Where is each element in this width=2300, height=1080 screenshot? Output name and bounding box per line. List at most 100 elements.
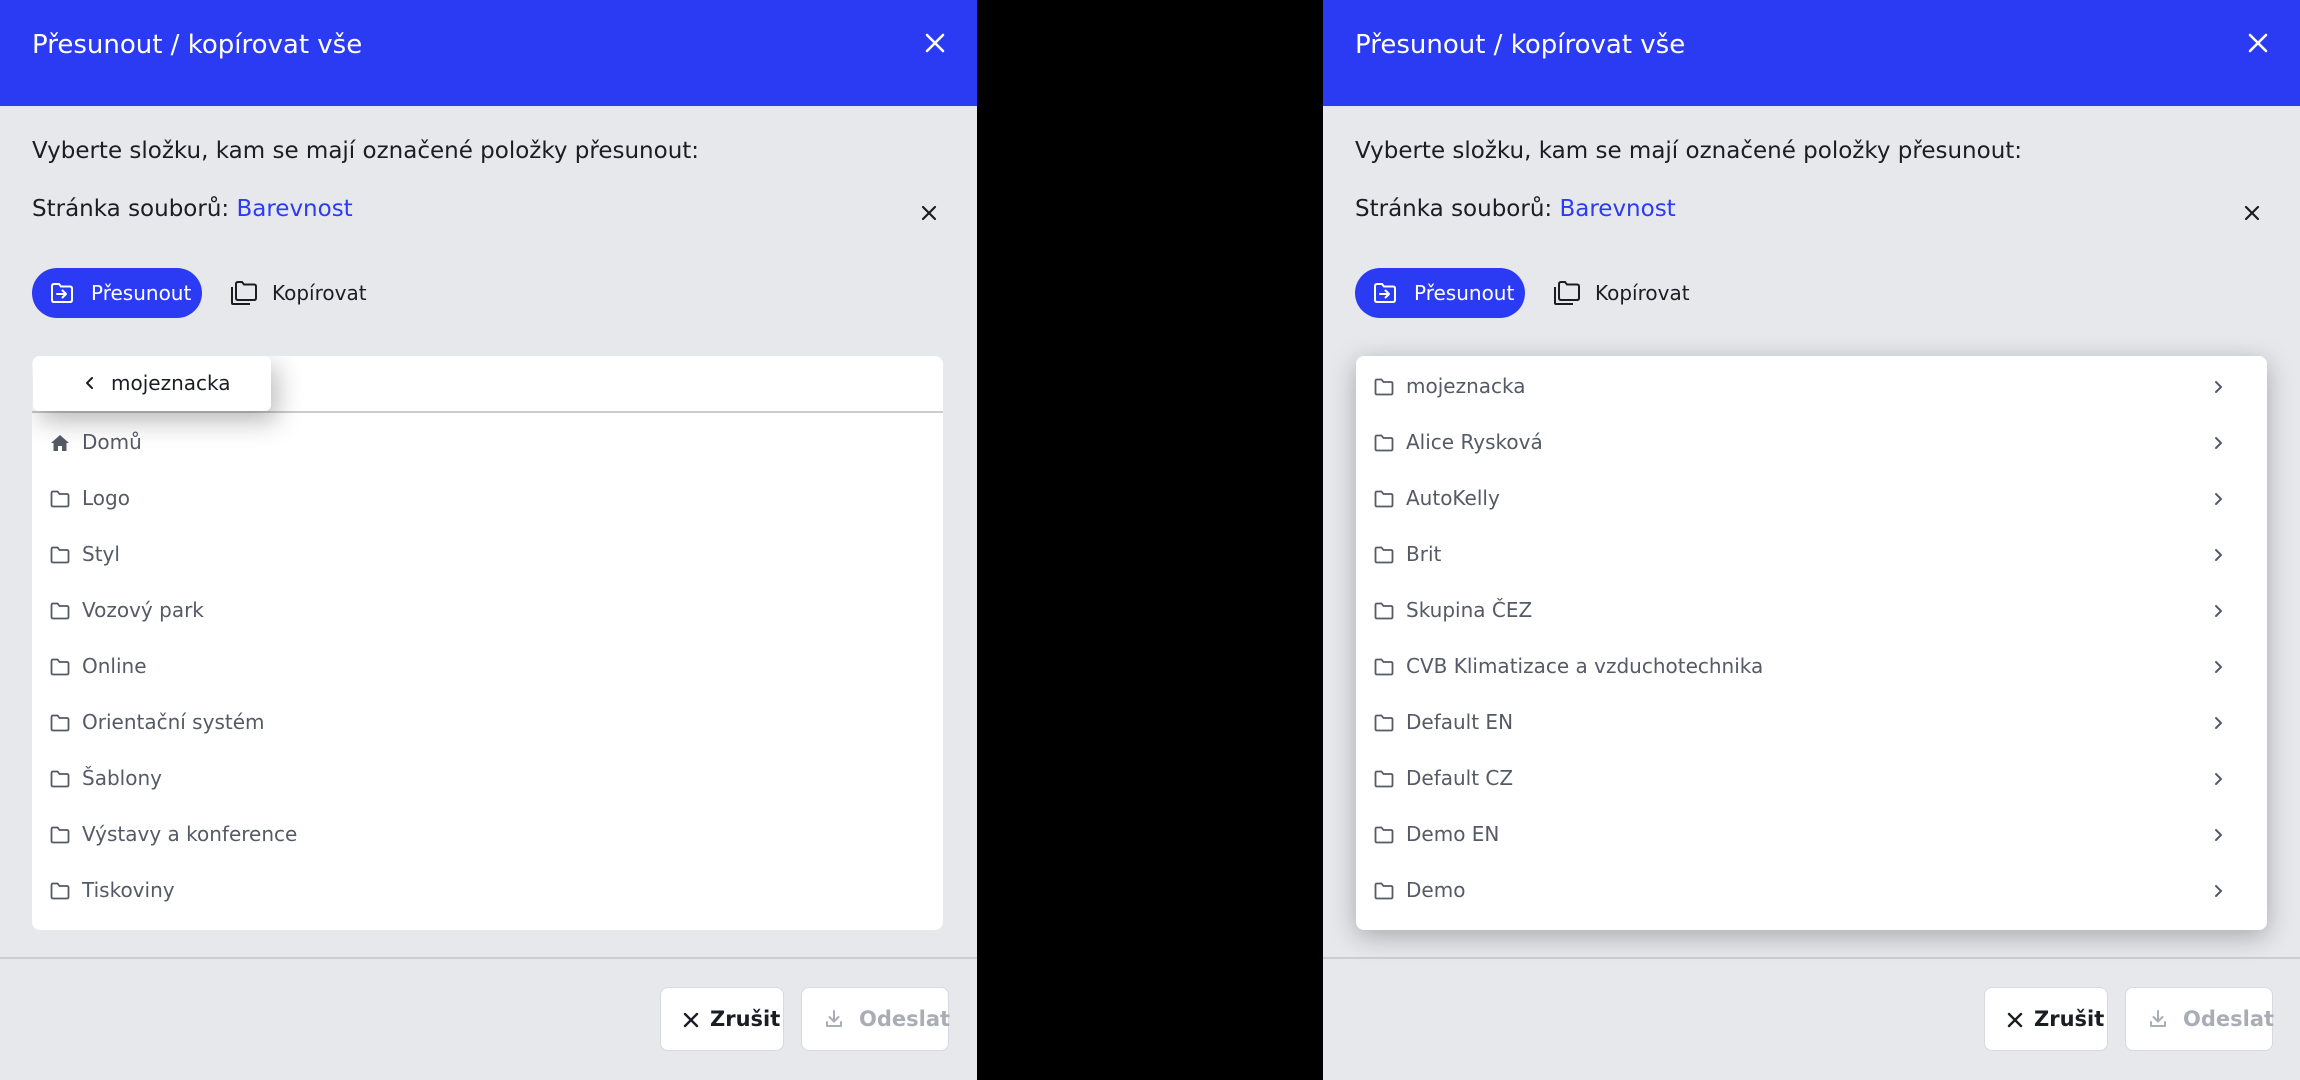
folder-icon: [50, 658, 70, 676]
folder-icon: [1374, 714, 1394, 732]
cancel-button[interactable]: Zrušit: [1984, 987, 2108, 1051]
folder-icon: [1374, 826, 1394, 844]
folder-item[interactable]: Tiskoviny: [32, 863, 943, 919]
chevron-left-icon: [86, 377, 93, 389]
chevron-right-icon: [2215, 381, 2222, 393]
file-page-link[interactable]: Barevnost: [1559, 196, 1675, 222]
folder-icon: [1374, 546, 1394, 564]
folder-item[interactable]: Default EN: [1356, 695, 2267, 751]
folder-item[interactable]: Skupina ČEZ: [1356, 583, 2267, 639]
chevron-right-icon: [2215, 605, 2222, 617]
copy-button[interactable]: Kopírovat: [222, 268, 372, 318]
chevron-right-icon: [2215, 717, 2222, 729]
submit-button[interactable]: Odeslat: [801, 987, 951, 1051]
file-page-link[interactable]: Barevnost: [236, 196, 352, 222]
submit-button-label: Odeslat: [859, 1007, 951, 1031]
folder-icon: [1374, 882, 1394, 900]
chevron-right-icon: [2215, 829, 2222, 841]
folder-icon: [50, 770, 70, 788]
move-button-label: Přesunout: [91, 281, 192, 305]
folder-item[interactable]: Brit: [1356, 527, 2267, 583]
folder-item[interactable]: Orientační systém: [32, 695, 943, 751]
dialog-header: Přesunout / kopírovat vše: [1323, 0, 2300, 106]
folder-item[interactable]: Alice Rysková: [1356, 415, 2267, 471]
cancel-button[interactable]: Zrušit: [660, 987, 784, 1051]
dialog-header: Přesunout / kopírovat vše: [0, 0, 977, 106]
dialog-prompt: Vyberte složku, kam se mají označené pol…: [1355, 138, 2023, 164]
folder-item[interactable]: Demo: [1356, 863, 2267, 919]
footer-divider: [1323, 957, 2300, 959]
folder-icon: [50, 546, 70, 564]
copy-button-label: Kopírovat: [272, 281, 367, 305]
folder-icon: [50, 602, 70, 620]
close-icon: [2244, 205, 2260, 221]
move-button-label: Přesunout: [1414, 281, 1515, 305]
file-page-label: Stránka souborů:: [32, 196, 230, 222]
submit-button-label: Odeslat: [2183, 1007, 2275, 1031]
copy-button[interactable]: Kopírovat: [1545, 268, 1695, 318]
cancel-button-label: Zrušit: [710, 1007, 781, 1031]
folder-icon: [1374, 490, 1394, 508]
folder-move-icon: [51, 283, 73, 303]
folder-item[interactable]: AutoKelly: [1356, 471, 2267, 527]
dialog-close-button[interactable]: [918, 26, 952, 60]
home-icon: [51, 435, 69, 451]
breadcrumb-label: mojeznacka: [111, 371, 231, 395]
move-button[interactable]: Přesunout: [32, 268, 202, 318]
file-page-label: Stránka souborů:: [1355, 196, 1553, 222]
folder-icon: [50, 826, 70, 844]
folder-icon: [50, 490, 70, 508]
folder-item[interactable]: Online: [32, 639, 943, 695]
submit-button[interactable]: Odeslat: [2125, 987, 2275, 1051]
folder-icon: [1374, 602, 1394, 620]
folder-item[interactable]: Domů: [32, 415, 943, 471]
chevron-right-icon: [2215, 661, 2222, 673]
footer-divider: [0, 957, 977, 959]
dialog-prompt: Vyberte složku, kam se mají označené pol…: [32, 138, 700, 164]
folder-item[interactable]: Demo EN: [1356, 807, 2267, 863]
clear-page-button[interactable]: [2236, 197, 2268, 229]
move-copy-dialog-right: Přesunout / kopírovat vše Vyberte složku…: [1323, 0, 2300, 1080]
chevron-right-icon: [2215, 437, 2222, 449]
close-icon: [2007, 1012, 2023, 1028]
folder-icon: [50, 714, 70, 732]
chevron-right-icon: [2215, 885, 2222, 897]
dialog-title: Přesunout / kopírovat vše: [32, 30, 363, 60]
folder-icon: [1374, 378, 1394, 396]
file-page-row: Stránka souborů: Barevnost: [32, 196, 353, 222]
folder-item[interactable]: Vozový park: [32, 583, 943, 639]
dialog-title: Přesunout / kopírovat vše: [1355, 30, 1686, 60]
folder-icon: [1374, 658, 1394, 676]
breadcrumb: mojeznacka: [32, 356, 943, 413]
folder-item[interactable]: Default CZ: [1356, 751, 2267, 807]
folder-item[interactable]: Výstavy a konference: [32, 807, 943, 863]
move-copy-dialog-left: Přesunout / kopírovat vše Vyberte složku…: [0, 0, 977, 1080]
close-icon: [683, 1012, 699, 1028]
close-icon: [921, 205, 937, 221]
cancel-button-label: Zrušit: [2034, 1007, 2105, 1031]
dialog-close-button[interactable]: [2241, 26, 2275, 60]
folder-icon: [1374, 770, 1394, 788]
close-icon: [925, 33, 945, 53]
folder-item[interactable]: CVB Klimatizace a vzduchotechnika: [1356, 639, 2267, 695]
folder-list: mojeznacka Alice Rysková AutoKelly Brit …: [1356, 356, 2267, 930]
folder-icon: [1374, 434, 1394, 452]
clear-page-button[interactable]: [913, 197, 945, 229]
chevron-right-icon: [2215, 773, 2222, 785]
breadcrumb-back-button[interactable]: mojeznacka: [33, 356, 271, 411]
close-icon: [2248, 33, 2268, 53]
folder-item[interactable]: Šablony: [32, 751, 943, 807]
download-icon: [2150, 1010, 2166, 1027]
folder-list: mojeznacka Domů Logo Styl Vozový park On…: [32, 356, 943, 930]
move-button[interactable]: Přesunout: [1355, 268, 1525, 318]
copy-folder-icon: [1554, 281, 1580, 305]
folder-icon: [50, 882, 70, 900]
chevron-right-icon: [2215, 493, 2222, 505]
chevron-right-icon: [2215, 549, 2222, 561]
download-icon: [826, 1010, 842, 1027]
folder-item[interactable]: Styl: [32, 527, 943, 583]
copy-button-label: Kopírovat: [1595, 281, 1690, 305]
folder-item[interactable]: mojeznacka: [1356, 359, 2267, 415]
folder-move-icon: [1374, 283, 1396, 303]
folder-item[interactable]: Logo: [32, 471, 943, 527]
